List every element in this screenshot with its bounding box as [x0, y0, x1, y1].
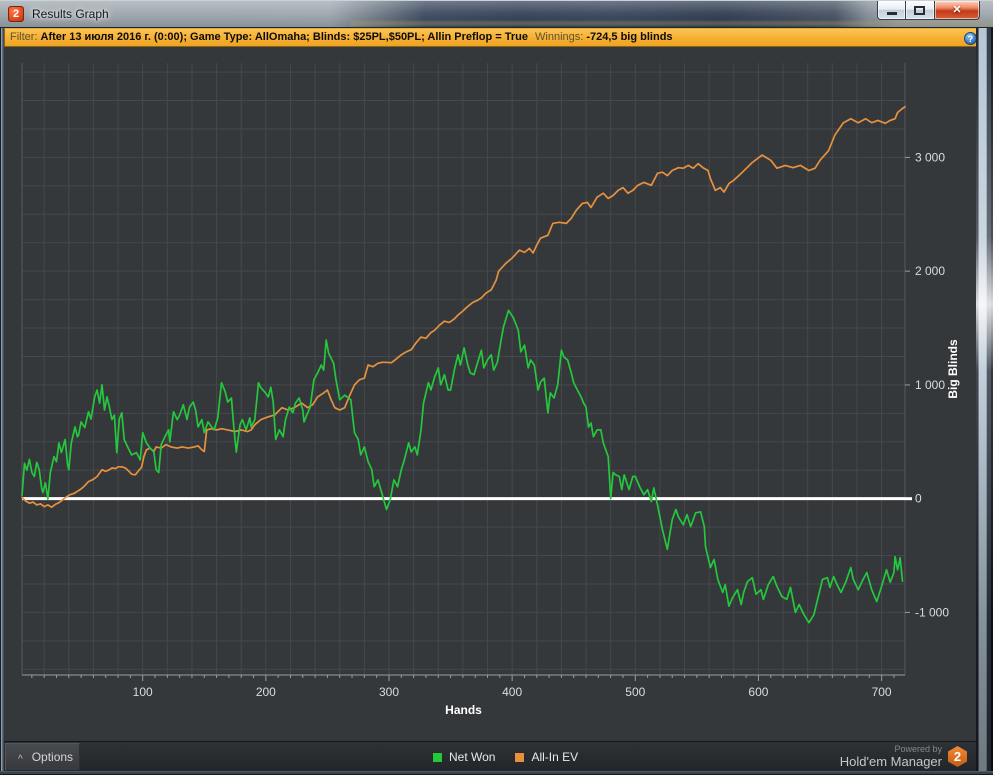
window-border-right[interactable]	[976, 28, 993, 775]
titlebar[interactable]: 2 Results Graph ✕	[0, 0, 993, 28]
maximize-icon	[914, 6, 925, 15]
svg-text:1 000: 1 000	[915, 378, 945, 392]
results-graph-svg: 100 200 300 400 500 600 700 -1 000 0 1 000 2 000 3 …	[4, 47, 976, 741]
minimize-button[interactable]	[877, 1, 906, 20]
all-in-ev-label: All-In EV	[531, 750, 578, 764]
minimize-icon	[887, 12, 897, 15]
svg-text:Hands: Hands	[445, 703, 482, 717]
legend-item-all-in-ev[interactable]: All-In EV	[515, 750, 578, 764]
winnings-value: -724,5 big blinds	[586, 31, 672, 43]
options-label: Options	[32, 750, 73, 764]
chevron-up-icon: ^	[18, 754, 23, 765]
window-border-left	[0, 28, 4, 775]
maximize-button[interactable]	[906, 1, 934, 20]
svg-text:500: 500	[625, 685, 645, 699]
svg-text:100: 100	[133, 685, 153, 699]
window-buttons: ✕	[877, 1, 980, 20]
net-won-label: Net Won	[449, 750, 495, 764]
net-won-swatch-icon	[433, 753, 442, 762]
svg-text:300: 300	[379, 685, 399, 699]
window-title: Results Graph	[32, 7, 109, 21]
results-graph-window: 2 Results Graph ✕ Filter:After 13 июля 2…	[0, 0, 993, 775]
filter-label: Filter:	[10, 31, 38, 43]
svg-text:200: 200	[256, 685, 276, 699]
filter-bar: Filter:After 13 июля 2016 г. (0:00); Gam…	[4, 28, 989, 47]
app-name-text: Hold'em Manager	[840, 755, 942, 769]
svg-text:0: 0	[915, 492, 922, 506]
svg-text:Big Blinds: Big Blinds	[946, 339, 960, 399]
hm2-app-icon: 2	[8, 6, 24, 22]
branding: Powered by Hold'em Manager	[840, 745, 942, 769]
svg-text:3 000: 3 000	[915, 150, 945, 164]
close-button[interactable]: ✕	[934, 1, 980, 20]
hm2-logo-icon: 2	[948, 746, 967, 767]
svg-text:-1 000: -1 000	[915, 605, 949, 619]
legend-item-net-won[interactable]: Net Won	[433, 750, 495, 764]
svg-text:2 000: 2 000	[915, 264, 945, 278]
all-in-ev-swatch-icon	[515, 753, 524, 762]
options-button[interactable]: ^ Options	[5, 743, 80, 771]
svg-text:600: 600	[748, 685, 768, 699]
bottom-bar: ^ Options Net Won All-In EV Powered by Ho…	[4, 741, 976, 771]
svg-text:700: 700	[872, 685, 892, 699]
winnings-label: Winnings:	[535, 31, 583, 43]
filter-criteria: After 13 июля 2016 г. (0:00); Game Type:…	[41, 31, 528, 43]
svg-text:400: 400	[502, 685, 522, 699]
chart-legend: Net Won All-In EV	[433, 742, 578, 772]
window-border-bottom[interactable]	[0, 771, 993, 775]
results-chart: 100 200 300 400 500 600 700 -1 000 0 1 000 2 000 3 …	[4, 47, 976, 741]
